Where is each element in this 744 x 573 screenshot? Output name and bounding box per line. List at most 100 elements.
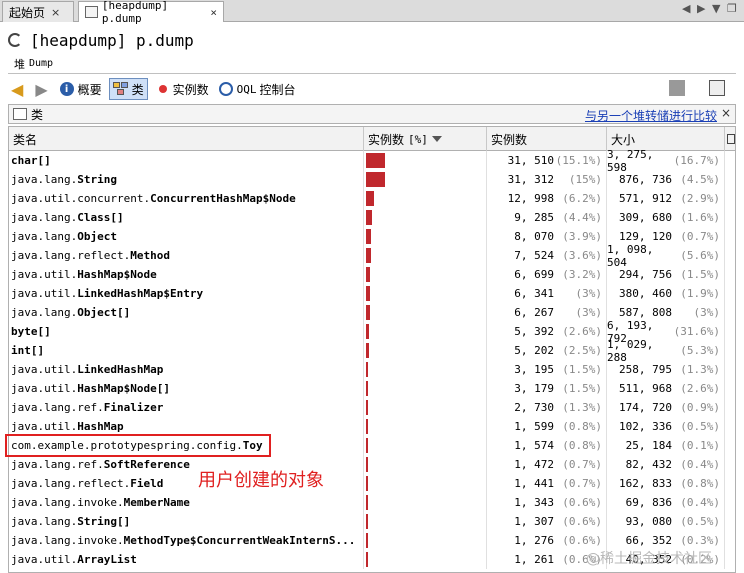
class-name-cell: java.util. LinkedHashMap$Entry [9,284,364,303]
class-name: String [77,173,117,186]
snapshot-icon[interactable] [669,80,685,96]
scroll-left-icon[interactable]: ◀ [682,2,690,15]
class-name-cell: java.lang. Object[] [9,303,364,322]
header-label: 类名 [13,132,38,147]
tab-bar: 起始页 × [heapdump] p.dump × ◀ ▶ ▼ ❐ [0,0,744,25]
size-value: 309, 680 [619,211,672,224]
table-row[interactable]: java.lang. String 31, 312 (15%) 876, 736 (4.5… [9,170,735,189]
instances-cell: 1, 307 (0.6%) [487,512,607,531]
column-chooser[interactable] [725,127,735,151]
column-class-name[interactable]: 类名 [9,127,364,151]
instances-bar-cell [364,170,487,189]
instances-cell: 5, 202 (2.5%) [487,341,607,360]
class-name-cell: java.util.concurrent. ConcurrentHashMap$N… [9,189,364,208]
instances-percent: (3.2%) [562,268,602,281]
instances-bar [366,495,368,510]
table-row[interactable]: java.util. LinkedHashMap 3, 195 (1.5%) 258, … [9,360,735,379]
instances-percent: (4.4%) [562,211,602,224]
size-value: 162, 833 [619,477,672,490]
panel-title: 类 [31,107,44,122]
size-value: 258, 795 [619,363,672,376]
size-percent: (0.8%) [680,477,720,490]
instances-bar [366,153,385,168]
instances-bar [366,552,368,567]
summary-label: 概要 [77,82,102,97]
size-value: 294, 756 [619,268,672,281]
class-name: ConcurrentHashMap$Node [150,192,296,205]
table-row[interactable]: java.util.concurrent. ConcurrentHashMap$N… [9,189,735,208]
close-icon[interactable]: × [721,106,731,120]
instances-bar-cell [364,417,487,436]
size-cell: 3, 275, 598 (16.7%) [607,148,725,174]
size-percent: (4.5%) [680,173,720,186]
close-icon[interactable]: × [210,6,217,19]
table-row[interactable]: java.lang. Class[] 9, 285 (4.4%) 309, 680 (1.… [9,208,735,227]
table-row[interactable]: char[] 31, 510 (15.1%) 3, 275, 598 (16.7%) [9,148,735,174]
class-name: Method [130,249,170,262]
instances-percent: (15.1%) [555,154,602,167]
table-row[interactable]: java.lang.invoke. MemberName 1, 343 (0.6%) 6… [9,493,735,512]
oql-console-button[interactable]: OQL 控制台 [216,78,299,100]
classes-label: 类 [131,82,144,97]
back-button[interactable]: ◀ [8,78,28,100]
table-row[interactable]: java.util. HashMap$Node 6, 699 (3.2%) 294, 7… [9,265,735,284]
package-name: java.util. [11,382,78,395]
size-value: 25, 184 [625,439,672,452]
size-percent: (3%) [693,306,721,319]
size-cell: 1, 029, 288 (5.3%) [607,338,725,364]
watermark: @稀土掘金技术社区 [586,551,712,567]
size-percent: (0.9%) [680,401,720,414]
classes-button[interactable]: 类 [108,78,148,100]
class-name-cell: java.util. HashMap$Node [9,265,364,284]
page-title: [heapdump] p.dump [30,30,194,50]
restore-window-icon[interactable]: ❐ [727,2,737,15]
instances-button[interactable]: 实例数 [152,78,212,100]
class-name: HashMap$Node [77,268,157,281]
size-cell: 258, 795 (1.3%) [607,360,725,379]
highlight-box [5,434,271,457]
size-value: 102, 336 [619,420,672,433]
forward-button[interactable]: ▶ [32,78,52,100]
class-name-cell: java.lang. Object [9,227,364,246]
size-cell: 174, 720 (0.9%) [607,398,725,417]
class-name-cell: int[] [9,341,364,360]
instances-count: 5, 202 [514,344,554,357]
instances-percent: (3.9%) [562,230,602,243]
table-row[interactable]: java.lang.ref. Finalizer 2, 730 (1.3%) 174, … [9,398,735,417]
package-name: java.util. [11,287,78,300]
summary-button[interactable]: i 概要 [57,78,105,100]
close-icon[interactable]: × [51,6,60,19]
instances-bar [366,419,368,434]
table-row[interactable]: int[] 5, 202 (2.5%) 1, 029, 288 (5.3%) [9,338,735,364]
settings-icon[interactable] [709,80,725,96]
size-percent: (16.7%) [673,154,720,167]
tab-heapdump[interactable]: [heapdump] p.dump × [78,0,224,25]
class-name-cell: java.lang.invoke. MemberName [9,493,364,512]
table-row[interactable]: java.lang.ref. SoftReference 1, 472 (0.7%) 8… [9,455,735,474]
class-name: String[] [77,515,131,528]
tab-start-page[interactable]: 起始页 × [2,1,74,22]
size-value: 93, 080 [625,515,672,528]
size-cell: 162, 833 (0.8%) [607,474,725,493]
table-row[interactable]: java.lang.reflect. Field 1, 441 (0.7%) 162, … [9,474,735,493]
tab-label: 起始页 [9,5,46,20]
table-row[interactable]: java.util. LinkedHashMap$Entry 6, 341 (3%) 3… [9,284,735,303]
instances-percent: (1.3%) [562,401,602,414]
table-row[interactable]: java.lang. String[] 1, 307 (0.6%) 93, 080 (0.… [9,512,735,531]
instances-bar-cell [364,227,487,246]
tab-list-icon[interactable]: ▼ [712,2,720,15]
scroll-right-icon[interactable]: ▶ [697,2,705,15]
compare-heap-link[interactable]: 与另一个堆转储进行比较 [585,107,717,124]
package-name: java.lang.ref. [11,458,104,471]
class-name-cell: java.util. ArrayList [9,550,364,569]
table-row[interactable]: java.util. HashMap$Node[] 3, 179 (1.5%) 511,… [9,379,735,398]
instances-bar [366,267,370,282]
instances-cell: 1, 599 (0.8%) [487,417,607,436]
class-name: MethodType$ConcurrentWeakInternS... [123,534,356,547]
column-instances[interactable]: 实例数 [487,127,607,151]
package-name: java.lang. [11,211,78,224]
column-instances-bar[interactable]: 实例数 [%] [364,127,487,151]
class-name: byte[] [11,325,51,338]
instances-bar-cell [364,322,487,341]
table-row[interactable]: java.lang.reflect. Method 7, 524 (3.6%) 1, 0… [9,243,735,269]
